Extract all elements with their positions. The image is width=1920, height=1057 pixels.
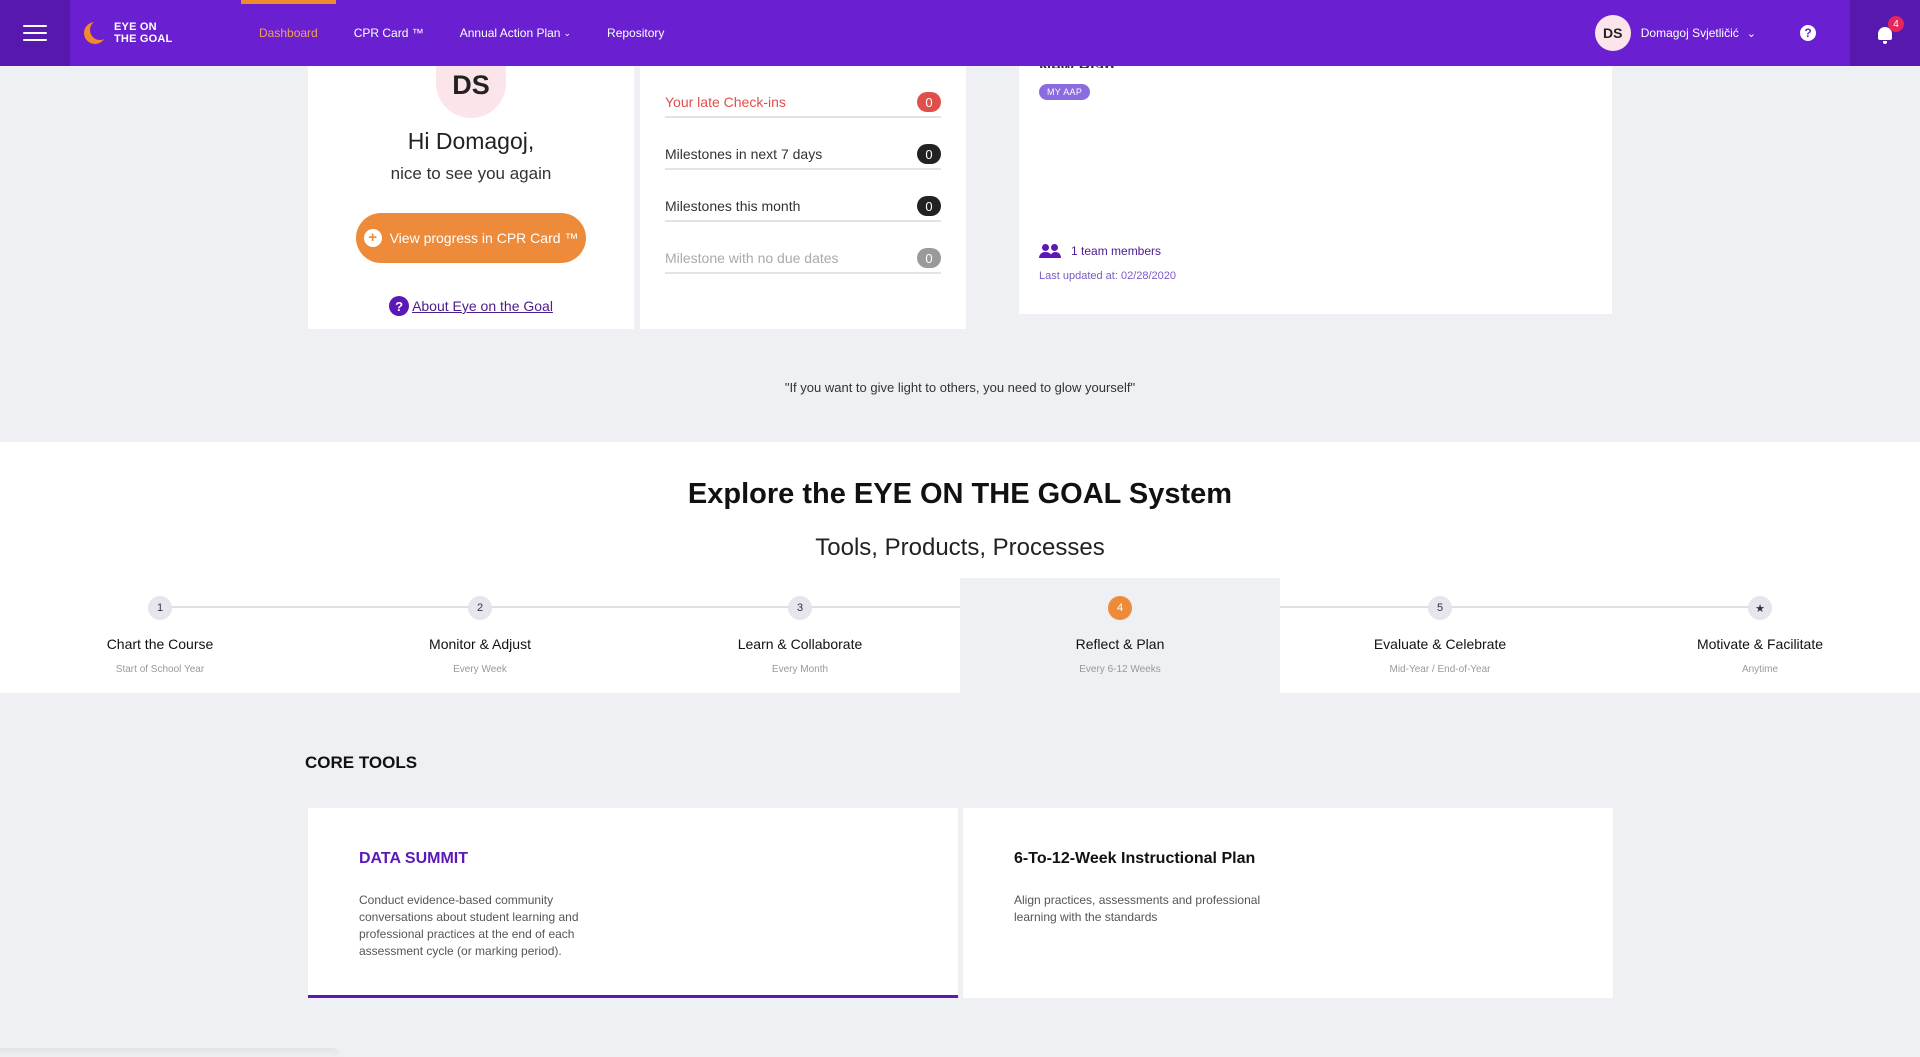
user-name: Domagoj Svjetličić [1640, 26, 1739, 40]
profile-avatar: DS [436, 66, 506, 118]
tool-description: Conduct evidence-based community convers… [359, 893, 579, 958]
avatar: DS [1594, 15, 1631, 51]
step-frequency: Start of School Year [115, 664, 205, 675]
logo-icon [84, 20, 110, 44]
step-frequency: Every 6-12 Weeks [1079, 664, 1161, 675]
tool-title: 6-To-12-Week Instructional Plan [1014, 850, 1256, 867]
greeting-subtitle: nice to see you again [390, 164, 552, 183]
quote: "If you want to give light to others, yo… [784, 380, 1136, 395]
nav-item-cpr-card[interactable]: CPR Card ™ [336, 0, 442, 66]
milestone-label: Your late Check-ins [665, 94, 786, 110]
view-cpr-progress-button[interactable]: + View progress in CPR Card ™ [356, 213, 586, 263]
count-badge: 0 [917, 92, 941, 112]
count-badge: 0 [917, 144, 941, 164]
milestone-row-no-due-dates[interactable]: Milestone with no due dates 0 [665, 244, 941, 274]
milestones-card: Your late Check-ins 0 Milestones in next… [640, 66, 966, 329]
cpr-button-label: View progress in CPR Card ™ [389, 230, 579, 246]
step-marker: 3 [788, 596, 812, 620]
step-marker: 1 [148, 596, 172, 620]
explore-title: Explore the EYE ON THE GOAL System [687, 478, 1233, 510]
step-marker: 5 [1428, 596, 1452, 620]
step-motivate-facilitate[interactable]: ★ Motivate & Facilitate Anytime [1600, 578, 1920, 693]
step-monitor-adjust[interactable]: 2 Monitor & Adjust Every Week [320, 578, 640, 693]
nav-item-dashboard[interactable]: Dashboard [241, 0, 336, 66]
count-badge: 0 [917, 248, 941, 268]
step-learn-collaborate[interactable]: 3 Learn & Collaborate Every Month [640, 578, 960, 693]
step-name: Monitor & Adjust [429, 636, 531, 652]
step-frequency: Every Month [771, 664, 829, 675]
help-icon[interactable]: ? [1800, 25, 1816, 41]
top-navbar: EYE ON THE GOAL Dashboard CPR Card ™ Ann… [0, 0, 1920, 66]
step-name: Learn & Collaborate [737, 636, 863, 652]
milestone-label: Milestone with no due dates [665, 250, 839, 266]
about-row: ? About Eye on the Goal [308, 296, 634, 316]
milestone-label: Milestones this month [665, 198, 801, 214]
notification-badge: 4 [1888, 16, 1904, 32]
step-reflect-plan[interactable]: 4 Reflect & Plan Every 6-12 Weeks [960, 578, 1280, 693]
logo-text-line2: THE GOAL [114, 33, 173, 45]
team-members-link[interactable]: 1 team members [1039, 244, 1161, 258]
greeting: Hi Domagoj, [407, 128, 535, 154]
step-name: Chart the Course [106, 636, 214, 652]
step-frequency: Anytime [1741, 664, 1779, 675]
hamburger-icon [23, 25, 47, 41]
step-name: Motivate & Facilitate [1696, 636, 1824, 652]
milestone-label: Milestones in next 7 days [665, 146, 823, 162]
logo-text-line1: EYE ON [114, 21, 157, 33]
nav-item-repository[interactable]: Repository [589, 0, 682, 66]
nav-item-label: Repository [607, 26, 665, 40]
step-chart-the-course[interactable]: 1 Chart the Course Start of School Year [0, 578, 320, 693]
people-icon [1039, 244, 1061, 258]
step-name: Reflect & Plan [1075, 636, 1165, 652]
plan-card[interactable]: New Plan MY AAP 1 team members Last upda… [1019, 58, 1612, 314]
bottom-panel-edge [0, 1048, 340, 1057]
step-frequency: Every Week [453, 664, 507, 675]
about-link[interactable]: About Eye on the Goal [412, 298, 553, 314]
tool-description: Align practices, assessments and profess… [1014, 893, 1261, 924]
notifications-button[interactable]: 4 [1850, 0, 1920, 66]
question-circle-icon: ? [389, 296, 410, 316]
explore-subtitle: Tools, Products, Processes [815, 534, 1105, 561]
nav-item-label: CPR Card ™ [353, 26, 424, 40]
user-menu[interactable]: DS Domagoj Svjetličić ⌄ [1594, 15, 1756, 51]
milestone-row-this-month[interactable]: Milestones this month 0 [665, 192, 941, 222]
team-members-label: 1 team members [1071, 244, 1162, 258]
profile-card: DS Hi Domagoj, nice to see you again + V… [308, 66, 634, 329]
core-tools-heading: CORE TOOLS [305, 753, 418, 772]
count-badge: 0 [917, 196, 941, 216]
app-logo[interactable]: EYE ON THE GOAL [84, 20, 214, 45]
step-marker: 2 [468, 596, 492, 620]
nav-item-label: Annual Action Plan [459, 26, 561, 40]
milestone-row-late-checkins[interactable]: Your late Check-ins 0 [665, 88, 941, 118]
nav-item-annual-action-plan[interactable]: Annual Action Plan ⌄ [442, 0, 589, 66]
step-evaluate-celebrate[interactable]: 5 Evaluate & Celebrate Mid-Year / End-of… [1280, 578, 1600, 693]
plan-tag: MY AAP [1039, 84, 1091, 100]
nav-item-label: Dashboard [259, 26, 318, 40]
step-name: Evaluate & Celebrate [1373, 636, 1507, 652]
milestone-row-next-7-days[interactable]: Milestones in next 7 days 0 [665, 140, 941, 170]
chevron-down-icon: ⌄ [563, 27, 572, 38]
chevron-down-icon: ⌄ [1746, 27, 1756, 40]
explore-section: Explore the EYE ON THE GOAL System Tools… [0, 442, 1920, 693]
menu-button[interactable] [0, 0, 70, 66]
step-frequency: Mid-Year / End-of-Year [1389, 664, 1491, 675]
star-icon: ★ [1748, 596, 1772, 620]
tool-card-instructional-plan[interactable]: 6-To-12-Week Instructional Plan Align pr… [963, 808, 1613, 998]
step-marker: 4 [1108, 596, 1132, 620]
nav-links: Dashboard CPR Card ™ Annual Action Plan … [241, 0, 682, 66]
plus-circle-icon: + [363, 229, 382, 247]
last-updated: Last updated at: 02/28/2020 [1039, 270, 1177, 282]
tool-card-data-summit[interactable]: DATA SUMMIT Conduct evidence-based commu… [308, 808, 958, 998]
tool-title: DATA SUMMIT [359, 850, 469, 867]
